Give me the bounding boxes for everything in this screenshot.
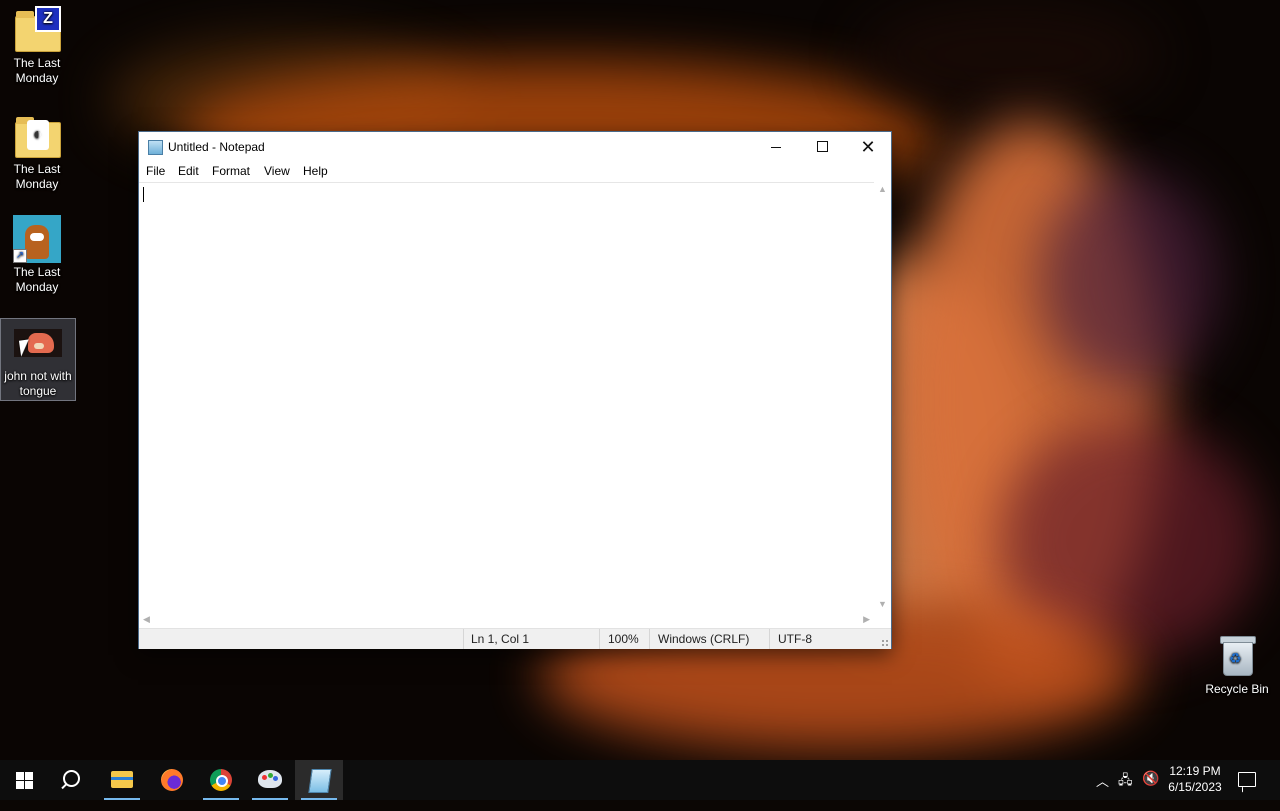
menu-help[interactable]: Help	[303, 164, 328, 178]
scroll-down-icon[interactable]: ▼	[878, 599, 887, 609]
scroll-left-icon[interactable]: ◀	[143, 614, 150, 625]
network-icon[interactable]: 🖧	[1118, 771, 1133, 811]
desktop-icon-label: The Last Monday	[13, 265, 61, 294]
close-icon: ✕	[860, 137, 876, 157]
menu-bar: File Edit Format View Help	[139, 162, 891, 182]
paint-icon	[258, 770, 282, 788]
desktop-icon-label: john not with tongue	[4, 369, 72, 398]
minimize-button[interactable]	[753, 132, 799, 162]
clock-time: 12:19 PM	[1169, 764, 1221, 778]
desktop-icon-label: The Last Monday	[13, 162, 61, 191]
notepad-window: Untitled - Notepad ✕ File Edit Format Vi…	[138, 131, 892, 649]
show-hidden-icons-chevron-icon[interactable]: ︿	[1096, 771, 1109, 811]
system-clock[interactable]: 12:19 PM 6/15/2023	[1160, 763, 1230, 795]
notification-center-icon[interactable]	[1238, 772, 1256, 787]
taskbar-chrome[interactable]	[197, 760, 245, 800]
menu-format[interactable]: Format	[212, 164, 250, 178]
scrollbar-corner	[874, 611, 891, 628]
encoding: UTF-8	[778, 632, 812, 646]
horizontal-scrollbar[interactable]: ◀ ▶	[139, 611, 874, 628]
taskbar-paint[interactable]	[246, 760, 294, 800]
volume-muted-icon[interactable]: 🔇	[1142, 770, 1159, 810]
window-title: Untitled - Notepad	[168, 140, 265, 154]
taskbar: ︿ 🖧 🔇 12:19 PM 6/15/2023	[0, 760, 1280, 800]
desktop-icon-game-shortcut[interactable]: ↗ The Last Monday	[0, 215, 74, 295]
menu-file[interactable]: File	[146, 164, 165, 178]
resize-grip-icon[interactable]	[881, 639, 889, 647]
cursor-position: Ln 1, Col 1	[471, 632, 530, 646]
windows-logo-icon	[16, 772, 33, 789]
firefox-icon	[161, 769, 183, 791]
recycle-bin-icon: ♻	[1213, 632, 1261, 680]
taskbar-firefox[interactable]	[148, 760, 196, 800]
taskbar-notepad[interactable]	[295, 760, 343, 800]
title-bar[interactable]: Untitled - Notepad ✕	[139, 132, 891, 162]
desktop-icon-image-file[interactable]: john not with tongue	[0, 318, 76, 401]
zoom-level: 100%	[608, 632, 639, 646]
desktop-icon-recycle-bin[interactable]: ♻ Recycle Bin	[1199, 632, 1275, 697]
desktop-icon-label: The Last Monday	[13, 56, 61, 85]
game-shortcut-icon: ↗	[13, 215, 61, 263]
status-bar: Ln 1, Col 1 100% Windows (CRLF) UTF-8	[139, 628, 891, 649]
video-folder-icon: ◐	[13, 112, 61, 160]
menu-edit[interactable]: Edit	[178, 164, 199, 178]
scroll-right-icon[interactable]: ▶	[863, 614, 870, 625]
recycle-bin-label: Recycle Bin	[1205, 682, 1269, 696]
desktop-icon-video-folder[interactable]: ◐ The Last Monday	[0, 112, 74, 192]
vertical-scrollbar[interactable]: ▲ ▼	[874, 182, 891, 611]
menu-view[interactable]: View	[264, 164, 290, 178]
zip-folder-icon: Z	[13, 6, 61, 54]
chrome-icon	[210, 769, 232, 791]
clock-date: 6/15/2023	[1168, 780, 1222, 794]
notepad-icon	[148, 140, 163, 155]
close-button[interactable]: ✕	[845, 132, 891, 162]
desktop-icon-zip-folder[interactable]: Z The Last Monday	[0, 6, 74, 86]
notepad-taskbar-icon	[308, 769, 332, 793]
taskbar-file-explorer[interactable]	[98, 760, 146, 800]
scroll-up-icon[interactable]: ▲	[878, 184, 887, 194]
text-editor[interactable]	[139, 182, 874, 612]
mouse-cursor-icon	[18, 339, 32, 357]
start-button[interactable]	[0, 760, 48, 800]
file-explorer-icon	[111, 771, 133, 788]
text-caret	[143, 187, 144, 202]
maximize-icon	[817, 141, 828, 152]
line-ending: Windows (CRLF)	[658, 632, 750, 646]
search-button[interactable]	[48, 760, 96, 800]
minimize-icon	[771, 147, 781, 148]
maximize-button[interactable]	[799, 132, 845, 162]
